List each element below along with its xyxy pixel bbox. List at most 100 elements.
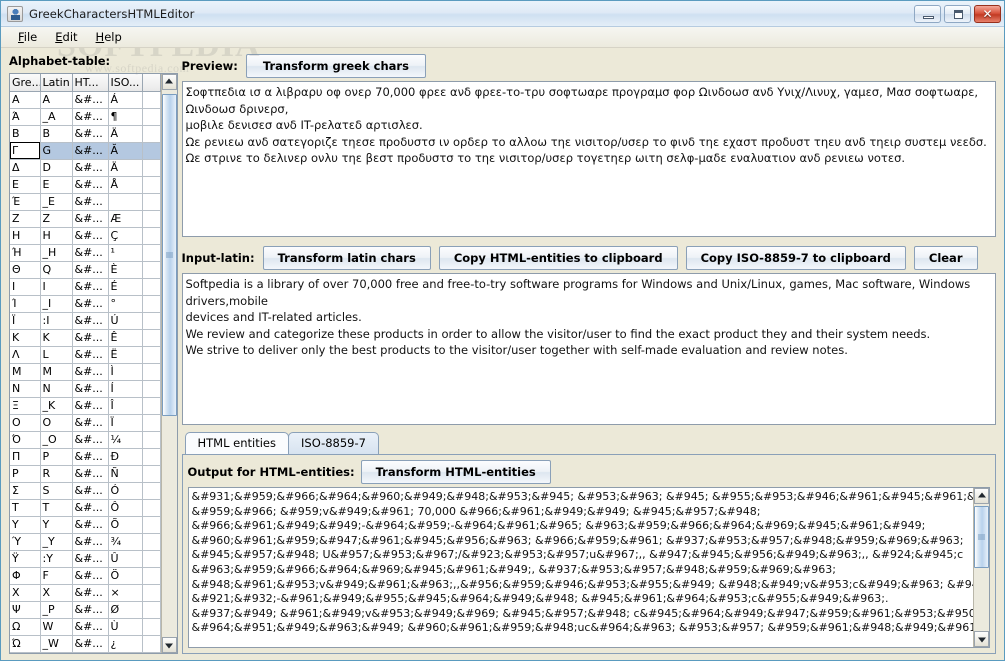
cell-latin[interactable]: _K — [40, 397, 73, 415]
cell-iso[interactable]: Ç — [108, 227, 143, 245]
cell-greek[interactable]: Ά — [10, 108, 41, 126]
cell-greek[interactable]: Θ — [10, 261, 41, 279]
cell-html[interactable]: &#... — [72, 108, 109, 126]
cell-iso[interactable]: È — [108, 261, 143, 279]
table-row[interactable]: Θ Q &#... È — [10, 261, 161, 279]
cell-iso[interactable]: Õ — [108, 516, 143, 534]
table-row[interactable]: Ύ _Y &#... ¾ — [10, 533, 161, 551]
cell-latin[interactable]: G — [40, 142, 73, 160]
cell-html[interactable]: &#... — [72, 363, 109, 381]
cell-greek[interactable]: Ψ — [10, 601, 41, 619]
table-row[interactable]: Ι I &#... É — [10, 278, 161, 296]
cell-extra[interactable] — [142, 227, 161, 245]
cell-latin[interactable]: T — [40, 499, 73, 517]
cell-greek[interactable]: Ρ — [10, 465, 41, 483]
cell-greek[interactable]: Ϋ — [10, 550, 41, 568]
cell-extra[interactable] — [142, 499, 161, 517]
cell-extra[interactable] — [142, 278, 161, 296]
cell-extra[interactable] — [142, 295, 161, 313]
cell-latin[interactable]: D — [40, 159, 73, 177]
cell-html[interactable]: &#... — [72, 448, 109, 466]
column-header-extra[interactable] — [142, 74, 161, 92]
cell-latin[interactable]: O — [40, 414, 73, 432]
cell-iso[interactable]: Ï — [108, 414, 143, 432]
cell-iso[interactable]: × — [108, 584, 143, 602]
cell-html[interactable]: &#... — [72, 159, 109, 177]
cell-extra[interactable] — [142, 414, 161, 432]
cell-greek[interactable]: Ν — [10, 380, 41, 398]
cell-latin[interactable]: :Y — [40, 550, 73, 568]
cell-greek[interactable]: Φ — [10, 567, 41, 585]
table-row[interactable]: Ά _A &#... ¶ — [10, 108, 161, 126]
table-row[interactable]: Ή _H &#... ¹ — [10, 244, 161, 262]
cell-html[interactable]: &#... — [72, 652, 109, 653]
cell-extra[interactable] — [142, 363, 161, 381]
cell-html[interactable]: &#... — [72, 601, 109, 619]
cell-html[interactable]: &#... — [72, 516, 109, 534]
table-row[interactable]: Ί _I &#... ° — [10, 295, 161, 313]
cell-iso[interactable]: Ð — [108, 448, 143, 466]
table-row[interactable]: Δ D &#... Ä — [10, 159, 161, 177]
cell-html[interactable]: &#... — [72, 567, 109, 585]
cell-iso[interactable]: Ă — [108, 142, 143, 160]
scroll-down-arrow-icon[interactable] — [161, 637, 177, 653]
input-latin-textarea[interactable]: Softpedia is a library of over 70,000 fr… — [181, 273, 996, 425]
table-row[interactable]: Λ L &#... Ë — [10, 346, 161, 364]
table-row[interactable]: Χ X &#... × — [10, 584, 161, 602]
cell-greek[interactable]: Ύ — [10, 533, 41, 551]
cell-extra[interactable] — [142, 261, 161, 279]
cell-extra[interactable] — [142, 584, 161, 602]
cell-html[interactable]: &#... — [72, 499, 109, 517]
cell-iso[interactable]: Ê — [108, 329, 143, 347]
cell-extra[interactable] — [142, 125, 161, 143]
table-row[interactable]: Β B &#... Ä — [10, 125, 161, 143]
cell-html[interactable]: &#... — [72, 397, 109, 415]
output-scrollbar-thumb[interactable] — [974, 506, 989, 568]
table-row[interactable]: Π P &#... Ð — [10, 448, 161, 466]
minimize-button[interactable] — [914, 4, 941, 23]
cell-latin[interactable]: K — [40, 329, 73, 347]
cell-iso[interactable]: Á — [108, 91, 143, 109]
tab-html-entities[interactable]: HTML entities — [184, 432, 289, 454]
cell-html[interactable]: &#... — [72, 125, 109, 143]
table-row[interactable]: Ο O &#... Ï — [10, 414, 161, 432]
table-row[interactable]: Ϊ:I &#... Ú — [10, 312, 161, 330]
cell-latin[interactable]: N — [40, 380, 73, 398]
table-row[interactable]: Κ K &#... Ê — [10, 329, 161, 347]
output-scrollbar[interactable] — [973, 488, 989, 647]
copy-iso-8859-7-button[interactable]: Copy ISO-8859-7 to clipboard — [685, 246, 906, 270]
cell-greek[interactable]: Υ — [10, 516, 41, 534]
cell-latin[interactable]: P — [40, 448, 73, 466]
cell-greek[interactable]: α — [10, 652, 41, 653]
preview-textarea[interactable]: Σοφτπεδια ισ α λιβραρυ οφ ονερ 70,000 φρ… — [181, 81, 996, 237]
cell-greek[interactable]: Κ — [10, 329, 41, 347]
alphabet-table-scrollbar[interactable] — [160, 74, 177, 653]
cell-latin[interactable]: W — [40, 618, 73, 636]
cell-html[interactable]: &#... — [72, 244, 109, 262]
cell-latin[interactable]: B — [40, 125, 73, 143]
cell-html[interactable]: &#... — [72, 295, 109, 313]
cell-html[interactable]: &#... — [72, 346, 109, 364]
close-button[interactable]: ✕ — [974, 4, 1001, 23]
column-header-latin[interactable]: Latin — [40, 74, 73, 92]
transform-latin-chars-button[interactable]: Transform latin chars — [262, 246, 431, 270]
tab-iso-8859-7[interactable]: ISO-8859-7 — [288, 432, 379, 454]
cell-extra[interactable] — [142, 550, 161, 568]
cell-latin[interactable]: :I — [40, 312, 73, 330]
cell-iso[interactable]: Û — [108, 550, 143, 568]
cell-latin[interactable]: _W — [40, 635, 73, 653]
cell-html[interactable]: &#... — [72, 380, 109, 398]
scrollbar-track[interactable] — [161, 90, 177, 637]
scrollbar-thumb[interactable] — [161, 94, 177, 416]
cell-extra[interactable] — [142, 482, 161, 500]
cell-latin[interactable]: S — [40, 482, 73, 500]
cell-greek[interactable]: Π — [10, 448, 41, 466]
cell-html[interactable]: &#... — [72, 618, 109, 636]
cell-latin[interactable]: M — [40, 363, 73, 381]
copy-html-entities-button[interactable]: Copy HTML-entities to clipboard — [438, 246, 678, 270]
cell-html[interactable]: &#... — [72, 210, 109, 228]
cell-iso[interactable]: Ö — [108, 567, 143, 585]
cell-greek[interactable]: Ό — [10, 431, 41, 449]
cell-greek[interactable]: Ί — [10, 295, 41, 313]
cell-html[interactable]: &#... — [72, 176, 109, 194]
